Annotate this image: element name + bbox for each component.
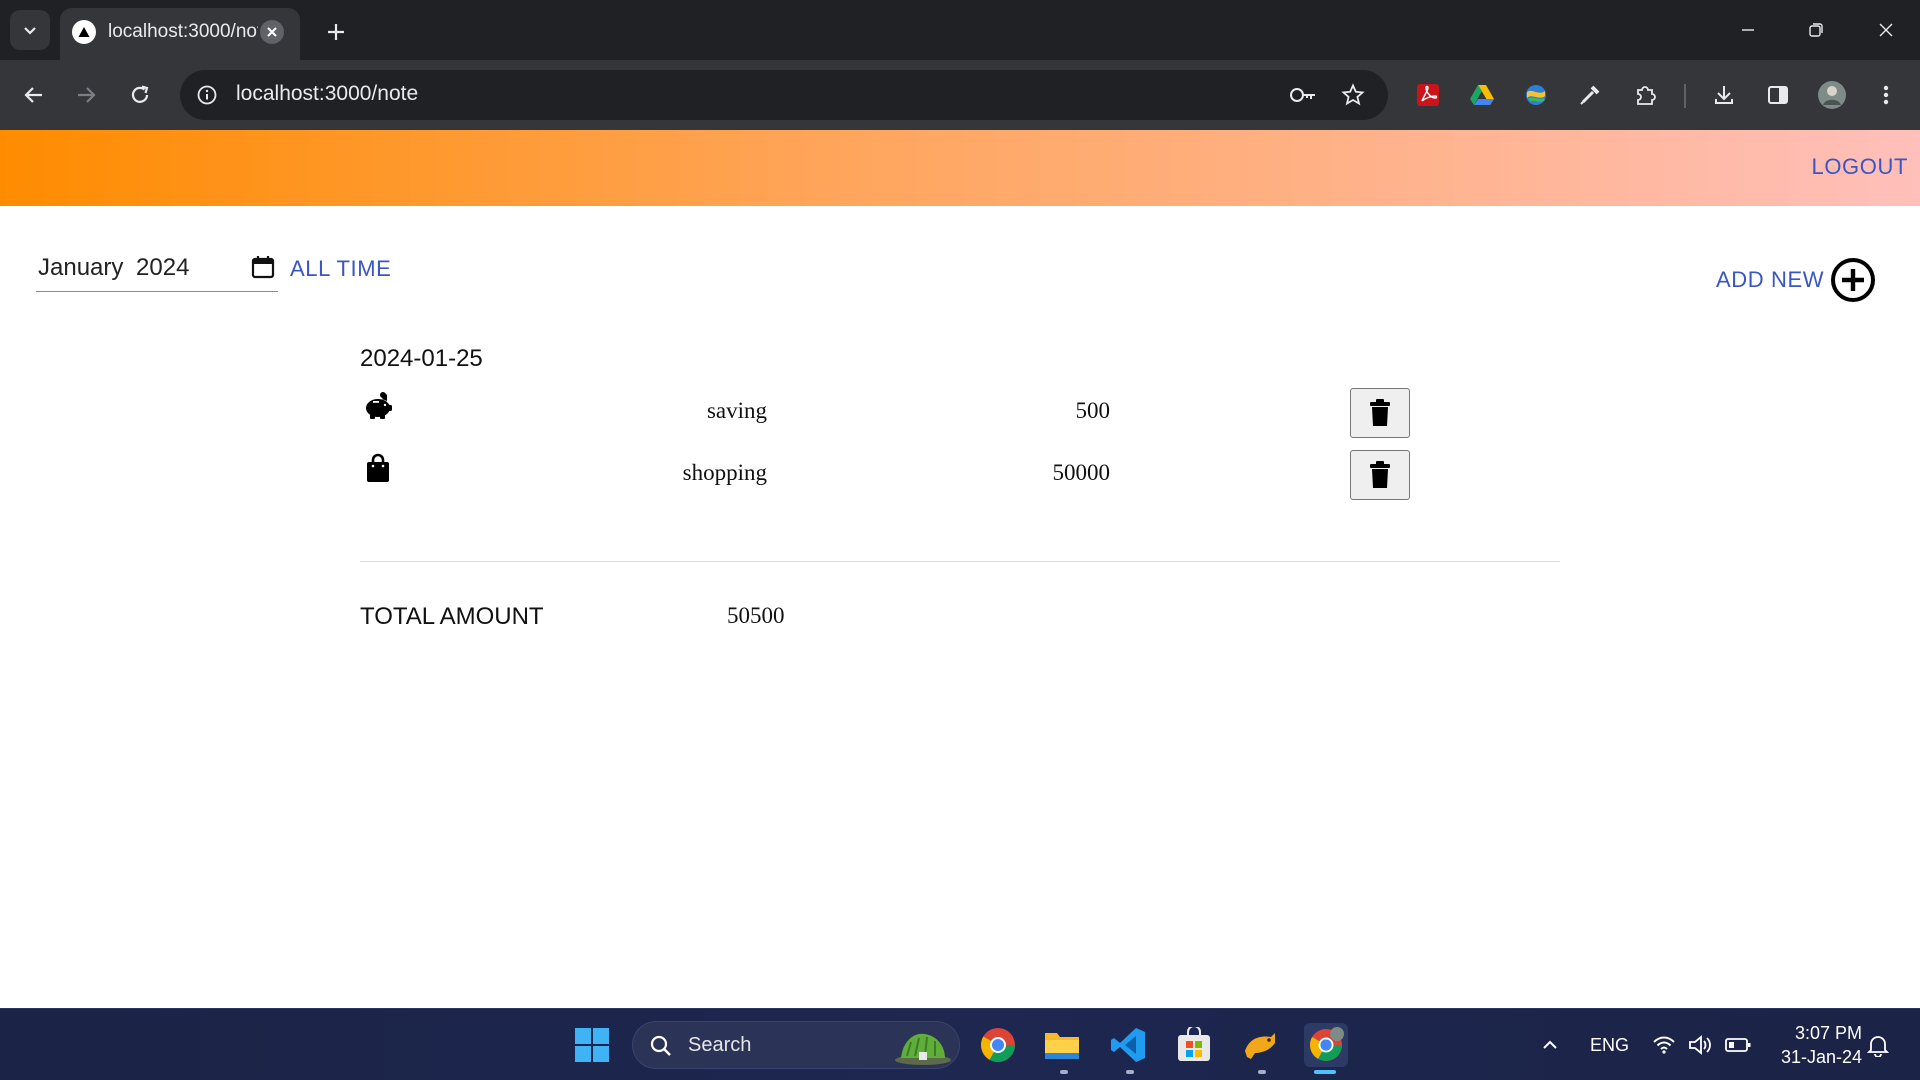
minimize-icon xyxy=(1742,29,1754,31)
chrome-taskbar-icon[interactable] xyxy=(976,1023,1020,1067)
entry-amount: 500 xyxy=(1075,398,1111,423)
arrow-right-icon xyxy=(78,87,96,103)
plus-circle-icon xyxy=(1831,258,1876,302)
search-icon xyxy=(650,1035,671,1056)
windows-start-icon[interactable] xyxy=(570,1023,614,1067)
search-highlight-icon xyxy=(895,1033,951,1065)
extensions-puzzle-icon[interactable] xyxy=(1628,77,1664,113)
bookmark-star-icon[interactable] xyxy=(1338,80,1368,110)
shopping-bag-icon xyxy=(367,453,389,482)
arrow-left-icon xyxy=(24,87,42,103)
tab-close-button[interactable] xyxy=(260,20,284,44)
logout-button[interactable]: LOGOUT xyxy=(1812,154,1909,180)
browser-toolbar: localhost:3000/note xyxy=(0,60,1920,130)
trash-icon xyxy=(1370,399,1390,426)
entry-category: shopping xyxy=(682,460,767,485)
forward-button[interactable] xyxy=(66,75,106,115)
language-indicator[interactable]: ENG xyxy=(1590,1035,1629,1056)
notification-bell-icon[interactable] xyxy=(1856,1023,1900,1067)
site-favicon-icon xyxy=(72,20,96,44)
entry-amount: 50000 xyxy=(1052,460,1111,485)
total-amount-value: 50500 xyxy=(727,603,785,628)
browser-tab-active[interactable]: localhost:3000/not xyxy=(60,8,300,60)
browser-tab-strip: localhost:3000/not xyxy=(0,0,1920,60)
total-amount-label: TOTAL AMOUNT xyxy=(360,603,544,630)
taskbar-search-box[interactable]: Search xyxy=(632,1021,960,1069)
system-clock[interactable]: 3:07 PM 31-Jan-24 xyxy=(1768,1021,1862,1069)
calendar-icon[interactable] xyxy=(250,254,276,280)
close-icon xyxy=(267,27,277,37)
running-indicator xyxy=(1126,1070,1134,1074)
running-indicator xyxy=(1060,1070,1068,1074)
file-explorer-icon[interactable] xyxy=(1040,1023,1084,1067)
downloads-icon[interactable] xyxy=(1706,77,1742,113)
address-bar[interactable]: localhost:3000/note xyxy=(180,70,1388,120)
entries-divider xyxy=(360,561,1560,562)
restore-icon xyxy=(1809,23,1823,37)
close-window-button[interactable] xyxy=(1866,12,1906,48)
battery-icon[interactable] xyxy=(1716,1023,1760,1067)
clock-date: 31-Jan-24 xyxy=(1780,1047,1862,1067)
clock-time: 3:07 PM xyxy=(1794,1023,1862,1043)
drive-extension-icon[interactable] xyxy=(1464,77,1500,113)
trash-icon xyxy=(1370,461,1390,488)
reload-button[interactable] xyxy=(120,75,160,115)
entry-date-heading: 2024-01-25 xyxy=(360,345,483,372)
all-time-button[interactable]: ALL TIME xyxy=(290,256,391,282)
toolbar-separator xyxy=(1684,84,1686,108)
profile-avatar[interactable] xyxy=(1814,77,1850,113)
add-new-button[interactable]: ADD NEW xyxy=(1716,256,1876,304)
color-picker-extension-icon[interactable] xyxy=(1572,77,1608,113)
piggy-bank-icon xyxy=(366,392,392,419)
globe-extension-icon[interactable] xyxy=(1518,77,1554,113)
site-info-icon[interactable] xyxy=(194,82,220,108)
tab-search-button[interactable] xyxy=(10,10,50,50)
show-hidden-icons-chevron-up-icon[interactable] xyxy=(1528,1023,1572,1067)
chevron-down-icon xyxy=(24,27,36,35)
minimize-button[interactable] xyxy=(1728,12,1768,48)
new-tab-button[interactable] xyxy=(318,14,354,50)
active-app-indicator xyxy=(1314,1070,1336,1074)
tab-title: localhost:3000/not xyxy=(108,21,258,42)
app-header: LOGOUT xyxy=(0,130,1920,206)
vscode-icon[interactable] xyxy=(1106,1023,1150,1067)
month-picker-value: January 2024 xyxy=(38,254,190,281)
plus-icon xyxy=(328,24,344,40)
microsoft-store-icon[interactable] xyxy=(1172,1023,1216,1067)
delete-entry-button[interactable] xyxy=(1350,388,1410,438)
restore-button[interactable] xyxy=(1796,12,1836,48)
taskbar-search-label: Search xyxy=(688,1034,752,1056)
browser-menu-icon[interactable] xyxy=(1868,77,1904,113)
running-indicator xyxy=(1258,1070,1266,1074)
chrome-profile-taskbar-icon[interactable] xyxy=(1304,1023,1348,1067)
side-panel-icon[interactable] xyxy=(1760,77,1796,113)
pdf-extension-icon[interactable] xyxy=(1410,77,1446,113)
reload-icon xyxy=(131,85,149,103)
app-taskbar-icon[interactable] xyxy=(1238,1023,1282,1067)
windows-taskbar: Search ENG 3:07 PM 31-Jan-24 xyxy=(0,1008,1920,1080)
delete-entry-button[interactable] xyxy=(1350,450,1410,500)
back-button[interactable] xyxy=(14,75,54,115)
entry-category: saving xyxy=(706,398,767,423)
add-new-label: ADD NEW xyxy=(1716,267,1825,292)
close-icon xyxy=(1879,23,1893,37)
month-picker-field[interactable]: January 2024 xyxy=(36,246,278,292)
password-key-icon[interactable] xyxy=(1288,80,1318,110)
url-text: localhost:3000/note xyxy=(236,82,419,105)
